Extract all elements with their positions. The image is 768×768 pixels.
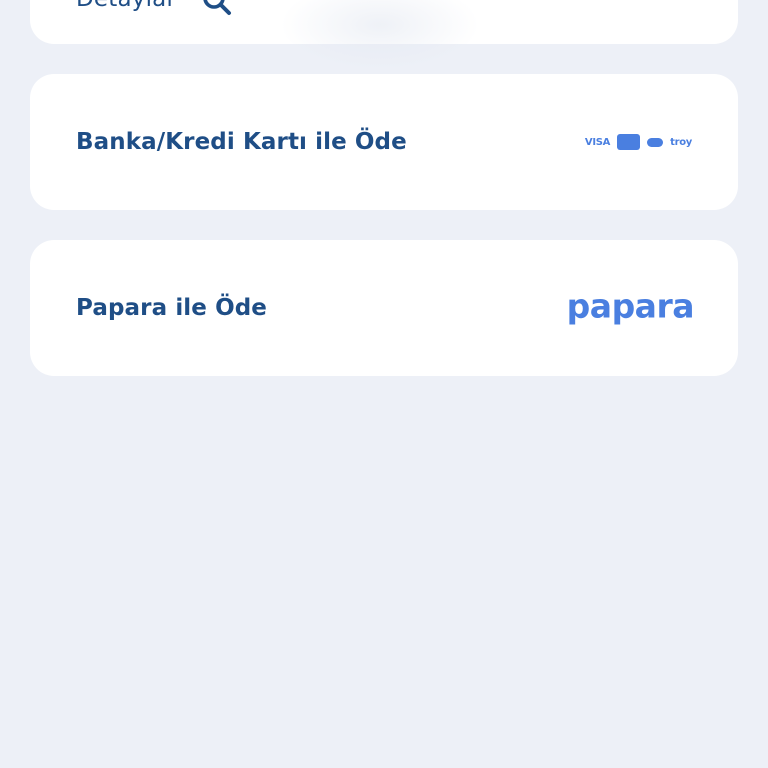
visa-logo: VISA bbox=[584, 136, 611, 148]
papara-logo: papara bbox=[566, 286, 695, 326]
payment-page: Detaylar Banka/Kredi Kartı ile Öde VISA … bbox=[0, 0, 768, 768]
pay-with-card-option[interactable]: Banka/Kredi Kartı ile Öde VISA troy bbox=[30, 74, 738, 210]
card-brand-logos: VISA troy bbox=[585, 134, 692, 150]
pay-with-papara-label: Papara ile Öde bbox=[76, 295, 268, 321]
maestro-logo-icon bbox=[647, 137, 664, 147]
troy-logo: troy bbox=[670, 136, 692, 148]
card-glow bbox=[280, 0, 480, 70]
details-card[interactable]: Detaylar bbox=[30, 0, 738, 70]
details-label: Detaylar bbox=[76, 0, 176, 12]
pay-with-papara-option[interactable]: Papara ile Öde papara bbox=[30, 240, 738, 376]
mastercard-logo-icon bbox=[617, 134, 641, 150]
pay-with-card-label: Banka/Kredi Kartı ile Öde bbox=[76, 129, 407, 155]
search-icon[interactable] bbox=[200, 0, 234, 18]
